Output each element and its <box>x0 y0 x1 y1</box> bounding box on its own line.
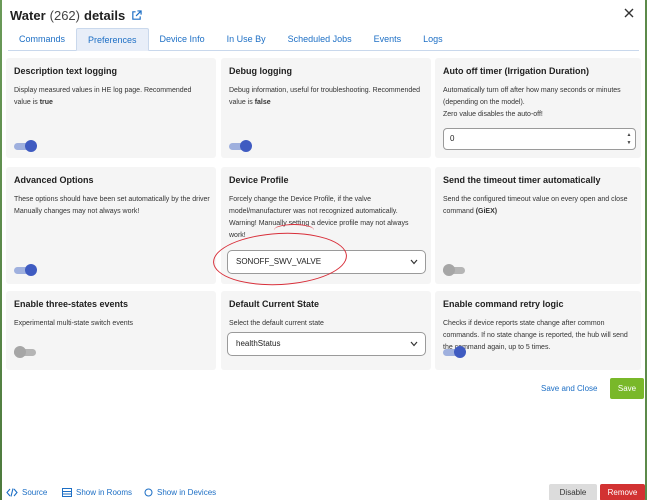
rooms-icon <box>62 488 72 497</box>
card-title: Auto off timer (Irrigation Duration) <box>443 66 589 76</box>
card-title: Debug logging <box>229 66 292 76</box>
card-auto-off-timer: Auto off timer (Irrigation Duration) Aut… <box>435 58 641 158</box>
tab-in-use-by[interactable]: In Use By <box>216 28 277 51</box>
tab-commands[interactable]: Commands <box>8 28 76 51</box>
tab-logs[interactable]: Logs <box>412 28 454 51</box>
card-description: Send the configured timeout value on eve… <box>443 196 628 215</box>
card-title: Description text logging <box>14 66 118 76</box>
card-title: Default Current State <box>229 299 320 309</box>
card-description: Debug information, useful for troublesho… <box>229 87 421 106</box>
card-debug-logging: Debug logging Debug information, useful … <box>221 58 431 158</box>
card-title: Enable command retry logic <box>443 299 564 309</box>
tab-device-info[interactable]: Device Info <box>149 28 216 51</box>
card-retry-logic: Enable command retry logic Checks if dev… <box>435 291 641 370</box>
card-timeout-timer: Send the timeout timer automatically Sen… <box>435 167 641 284</box>
show-in-rooms-link[interactable]: Show in Rooms <box>62 488 132 497</box>
save-and-close-button[interactable]: Save and Close <box>541 384 597 393</box>
save-button[interactable]: Save <box>610 378 644 399</box>
auto-off-value: 0 <box>450 134 455 143</box>
timeout-timer-toggle[interactable] <box>443 264 467 276</box>
chevron-down-icon <box>410 341 418 347</box>
dialog-header: Water (262) details <box>10 6 142 24</box>
tab-bar: Commands Preferences Device Info In Use … <box>8 28 639 51</box>
description-logging-toggle[interactable] <box>14 140 38 152</box>
devices-icon <box>144 488 153 497</box>
card-description: These options should have been set autom… <box>14 196 210 215</box>
device-name: Water <box>10 7 46 23</box>
header-suffix: details <box>84 7 126 23</box>
card-description: Experimental multi-state switch events <box>14 320 134 327</box>
advanced-options-toggle[interactable] <box>14 264 38 276</box>
retry-logic-toggle[interactable] <box>443 346 467 358</box>
card-description-logging: Description text logging Display measure… <box>6 58 216 158</box>
card-description: Automatically turn off after how many se… <box>443 87 621 118</box>
remove-button[interactable]: Remove <box>600 484 645 500</box>
auto-off-timer-input[interactable]: 0 ▲ ▼ <box>443 128 636 150</box>
external-link-icon[interactable] <box>131 9 142 21</box>
card-title: Enable three-states events <box>14 299 129 309</box>
close-icon[interactable] <box>623 7 635 19</box>
tab-scheduled-jobs[interactable]: Scheduled Jobs <box>277 28 363 51</box>
source-link[interactable]: Source <box>6 488 47 497</box>
card-title: Advanced Options <box>14 175 94 185</box>
card-description: Select the default current state <box>229 320 324 327</box>
annotation-stroke <box>274 224 314 236</box>
code-icon <box>6 488 18 497</box>
card-advanced-options: Advanced Options These options should ha… <box>6 167 216 284</box>
card-description: Display measured values in HE log page. … <box>14 87 192 106</box>
card-title: Send the timeout timer automatically <box>443 175 601 185</box>
device-details-dialog: Water (262) details Commands Preferences… <box>2 0 645 500</box>
card-description: Checks if device reports state change af… <box>443 320 628 351</box>
card-three-states: Enable three-states events Experimental … <box>6 291 216 370</box>
number-spinner-icon[interactable]: ▲ ▼ <box>626 131 632 147</box>
disable-button[interactable]: Disable <box>549 484 597 500</box>
three-states-toggle[interactable] <box>14 346 38 358</box>
card-title: Device Profile <box>229 175 289 185</box>
tab-preferences[interactable]: Preferences <box>76 28 149 51</box>
chevron-down-icon <box>410 259 418 265</box>
default-state-value: healthStatus <box>236 339 281 348</box>
card-default-state: Default Current State Select the default… <box>221 291 431 370</box>
show-in-devices-link[interactable]: Show in Devices <box>144 488 216 497</box>
default-state-select[interactable]: healthStatus <box>227 332 426 356</box>
debug-logging-toggle[interactable] <box>229 140 253 152</box>
device-id: (262) <box>49 7 80 23</box>
tab-events[interactable]: Events <box>363 28 413 51</box>
